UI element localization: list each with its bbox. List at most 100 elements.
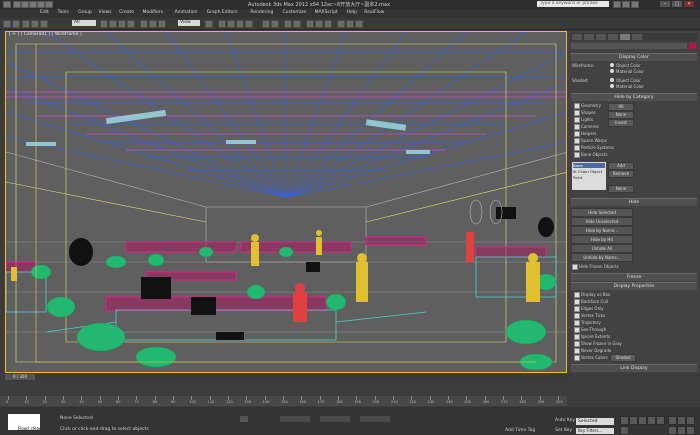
display-as-box-checkbox[interactable] [574,292,580,298]
menu-item[interactable]: MAXScript [315,10,338,15]
add-time-tag[interactable]: Add Time Tag [505,428,535,433]
goto-start-icon[interactable] [620,416,629,425]
search-icon[interactable] [613,1,621,8]
layer-manager-icon[interactable] [284,20,292,28]
new-file-icon[interactable] [13,1,21,8]
motion-tab-icon[interactable] [608,34,618,40]
none-list-button[interactable]: None [608,185,634,193]
search-input[interactable]: Type a keyword or phrase [537,1,609,7]
unhide-all-button[interactable]: Unhide All [571,244,633,253]
space-warps-checkbox[interactable] [574,138,580,144]
all-button[interactable]: All [608,103,634,111]
orbit-icon[interactable] [686,426,695,435]
lock-selection-icon[interactable] [240,416,248,422]
viewport-camera[interactable]: [ + ] [ Camera01 ] [ Wireframe ] [5,31,567,373]
time-config-icon[interactable] [620,426,629,435]
hide-by-category-rollout[interactable]: Hide by Category [571,93,697,101]
prev-frame-icon[interactable] [629,416,638,425]
window-crossing-icon[interactable] [127,20,135,28]
see-through-checkbox[interactable] [574,327,580,333]
never-degrade-checkbox[interactable] [574,348,580,354]
trackbar[interactable]: 0 10 20 30 40 50 60 70 80 90 100 110 120 130 140 150 160… [0,396,567,406]
freeze-rollout[interactable]: Freeze [571,273,697,281]
unlink-icon[interactable] [31,20,39,28]
percent-snap-icon[interactable] [236,20,244,28]
menu-item[interactable]: Rendering [250,10,273,15]
shaded-object-color-radio[interactable] [610,78,614,82]
display-tab-icon[interactable] [620,34,630,40]
undo-icon[interactable] [37,1,45,8]
create-tab-icon[interactable] [572,34,582,40]
show-frozen-gray-checkbox[interactable] [574,341,580,347]
shaded-material-color-radio[interactable] [610,84,614,88]
ignore-extents-checkbox[interactable] [574,334,580,340]
menu-item[interactable]: Help [347,10,357,15]
backface-cull-checkbox[interactable] [574,299,580,305]
next-frame-icon[interactable] [647,416,656,425]
trajectory-checkbox[interactable] [574,320,580,326]
display-properties-rollout[interactable]: Display Properties [571,282,697,290]
link-display-rollout[interactable]: Link Display [571,364,697,372]
hide-selected-button[interactable]: Hide Selected [571,208,633,217]
menu-item[interactable]: RealFlow [364,10,384,15]
link-icon[interactable] [22,20,30,28]
menu-item[interactable]: Customize [283,10,307,15]
mirror-icon[interactable] [262,20,270,28]
menu-item[interactable]: Animation [175,10,198,15]
helpers-checkbox[interactable] [574,131,580,137]
fov-icon[interactable] [668,426,677,435]
open-file-icon[interactable] [21,1,29,8]
hide-frozen-checkbox[interactable] [572,264,578,270]
x-coord-field[interactable] [280,416,310,422]
none-button[interactable]: None [608,111,634,119]
star-icon[interactable] [631,1,639,8]
hide-by-name-button[interactable]: Hide by Name... [571,226,633,235]
render-setup-icon[interactable] [337,20,345,28]
redo-tool-icon[interactable] [12,20,20,28]
time-slider[interactable]: 0 / 300 [5,374,35,380]
select-object-icon[interactable] [100,20,108,28]
material-editor-icon[interactable] [324,20,332,28]
ref-coord-dropdown[interactable]: View [178,20,200,26]
modify-tab-icon[interactable] [584,34,594,40]
lights-checkbox[interactable] [574,117,580,123]
vertex-colors-checkbox[interactable] [574,355,580,361]
redo-icon[interactable] [45,1,53,8]
set-key-label[interactable]: Set Key [555,428,572,433]
viewport-label[interactable]: [ + ] [ Camera01 ] [ Wireframe ] [9,32,82,37]
color-swatch[interactable] [689,43,696,49]
utilities-tab-icon[interactable] [632,34,642,40]
bone-objects-checkbox[interactable] [574,152,580,158]
vertex-ticks-checkbox[interactable] [574,313,580,319]
menu-item[interactable]: Modifiers [143,10,164,15]
render-icon[interactable] [355,20,363,28]
list-item[interactable]: IK Chain Object [573,169,602,174]
category-listbox[interactable]: Bone IK Chain Object Point [572,162,606,190]
menu-item[interactable]: Graph Editors [207,10,238,15]
list-item[interactable]: Bone [573,163,605,168]
curve-editor-icon[interactable] [306,20,314,28]
close-button[interactable]: × [684,1,694,7]
save-file-icon[interactable] [29,1,37,8]
select-by-name-icon[interactable] [109,20,117,28]
rendered-frame-icon[interactable] [346,20,354,28]
zoom-icon[interactable] [668,416,677,425]
y-coord-field[interactable] [320,416,350,422]
name-field[interactable] [571,43,687,49]
spinner-snap-icon[interactable] [245,20,253,28]
invert-button[interactable]: Invert [608,119,634,127]
help-icon[interactable] [622,1,630,8]
undo-tool-icon[interactable] [3,20,11,28]
angle-snap-icon[interactable] [227,20,235,28]
selection-filter-dropdown[interactable]: All [72,20,96,26]
remove-button[interactable]: Remove [608,170,634,178]
move-icon[interactable] [140,20,148,28]
hide-by-hit-button[interactable]: Hide by Hit [571,235,633,244]
menu-item[interactable]: Edit [40,10,49,15]
time-slider-track[interactable]: 0 / 300 [5,373,567,381]
auto-key-label[interactable]: Auto Key [555,418,575,423]
align-icon[interactable] [271,20,279,28]
shaded-button[interactable]: Shaded [610,354,636,362]
wire-object-color-radio[interactable] [610,63,614,67]
key-set-dropdown[interactable]: Selected [576,418,614,425]
